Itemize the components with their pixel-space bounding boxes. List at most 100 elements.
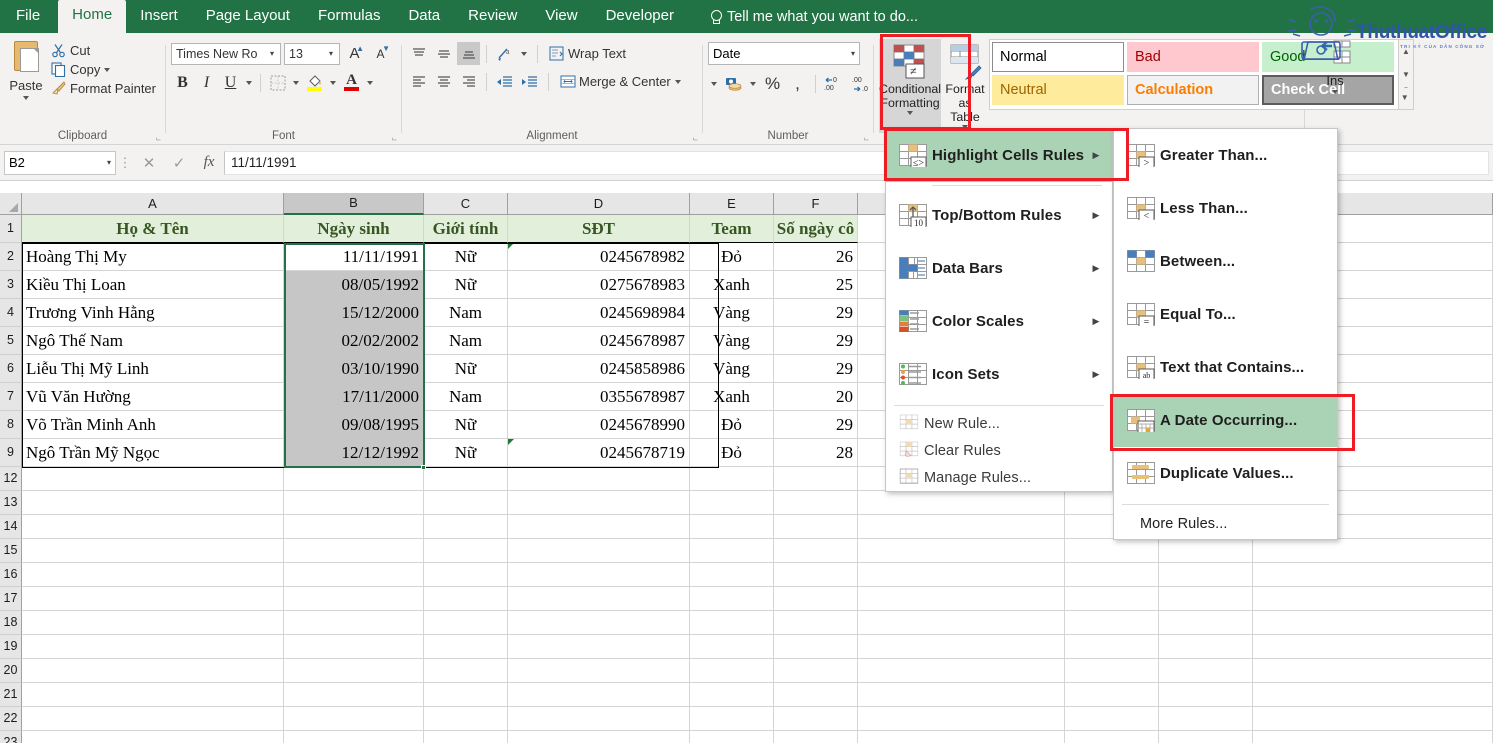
cell-E16[interactable] — [690, 563, 774, 587]
cell-E4[interactable]: Vàng — [690, 299, 774, 327]
cell-L16[interactable] — [1159, 563, 1253, 587]
accounting-dropdown-arrow[interactable] — [747, 72, 759, 95]
cell-F6[interactable]: 29 — [774, 355, 858, 383]
cell-L17[interactable] — [1159, 587, 1253, 611]
cell-B2[interactable]: 11/11/1991 — [284, 243, 424, 271]
tab-file[interactable]: File — [0, 1, 58, 33]
cell-A22[interactable] — [22, 707, 284, 731]
cell-D1[interactable]: SĐT — [508, 215, 690, 243]
comma-style-button[interactable]: , — [786, 72, 809, 95]
alignment-dialog-launcher[interactable] — [689, 134, 698, 143]
row-header-6[interactable]: 6 — [0, 355, 22, 383]
cell-F5[interactable]: 29 — [774, 327, 858, 355]
menu-item-duplicate-values[interactable]: Duplicate Values... — [1114, 447, 1337, 500]
style-normal[interactable]: Normal — [992, 42, 1124, 72]
cell-D5[interactable]: 0245678987 — [508, 327, 690, 355]
fill-color-dropdown-arrow[interactable] — [327, 71, 339, 94]
menu-item-color-scales[interactable]: Color Scales▶ — [886, 295, 1112, 348]
cell-G20[interactable] — [858, 659, 1065, 683]
cell-L23[interactable] — [1159, 731, 1253, 743]
cell-C3[interactable]: Nữ — [424, 271, 508, 299]
cell-C16[interactable] — [424, 563, 508, 587]
tab-home[interactable]: Home — [58, 0, 126, 33]
paste-button[interactable]: Paste — [5, 37, 47, 100]
cell-L22[interactable] — [1159, 707, 1253, 731]
cell-G23[interactable] — [858, 731, 1065, 743]
cell-L19[interactable] — [1159, 635, 1253, 659]
cell-M21[interactable] — [1253, 683, 1493, 707]
italic-button[interactable]: I — [195, 71, 218, 94]
cell-A13[interactable] — [22, 491, 284, 515]
cell-C4[interactable]: Nam — [424, 299, 508, 327]
formula-bar-handle[interactable]: ⋮ — [116, 159, 134, 167]
cell-D20[interactable] — [508, 659, 690, 683]
cell-D12[interactable] — [508, 467, 690, 491]
row-header-7[interactable]: 7 — [0, 383, 22, 411]
format-painter-button[interactable]: Format Painter — [47, 79, 160, 98]
align-top-button[interactable] — [407, 42, 430, 65]
conditional-formatting-button[interactable]: ≠ Conditional Formatting — [879, 39, 941, 133]
number-format-left-arrow[interactable] — [708, 72, 720, 95]
menu-item-greater-than[interactable]: >Greater Than... — [1114, 129, 1337, 182]
align-middle-button[interactable] — [432, 42, 455, 65]
cell-D21[interactable] — [508, 683, 690, 707]
cell-B7[interactable]: 17/11/2000 — [284, 383, 424, 411]
cell-C5[interactable]: Nam — [424, 327, 508, 355]
row-header-14[interactable]: 14 — [0, 515, 22, 539]
cell-F1[interactable]: Số ngày cô — [774, 215, 858, 243]
cell-B6[interactable]: 03/10/1990 — [284, 355, 424, 383]
select-all-corner[interactable] — [0, 193, 22, 215]
menu-item-new-rule[interactable]: New Rule... — [886, 410, 1112, 437]
cell-E6[interactable]: Vàng — [690, 355, 774, 383]
menu-item-between[interactable]: Between... — [1114, 235, 1337, 288]
tab-insert[interactable]: Insert — [126, 1, 192, 33]
cell-A18[interactable] — [22, 611, 284, 635]
cell-F2[interactable]: 26 — [774, 243, 858, 271]
cell-F13[interactable] — [774, 491, 858, 515]
cell-B23[interactable] — [284, 731, 424, 743]
cell-B17[interactable] — [284, 587, 424, 611]
cell-B5[interactable]: 02/02/2002 — [284, 327, 424, 355]
copy-button[interactable]: Copy — [47, 60, 160, 79]
clipboard-dialog-launcher[interactable] — [152, 134, 161, 143]
cell-F9[interactable]: 28 — [774, 439, 858, 467]
insert-cells-dropdown-arrow[interactable] — [1332, 90, 1338, 94]
menu-item-a-date-occurring[interactable]: A Date Occurring... — [1114, 394, 1337, 447]
row-header-9[interactable]: 9 — [0, 439, 22, 467]
conditional-formatting-dropdown-arrow[interactable] — [907, 111, 913, 115]
row-header-17[interactable]: 17 — [0, 587, 22, 611]
underline-dropdown-arrow[interactable] — [243, 71, 255, 94]
tab-review[interactable]: Review — [454, 1, 531, 33]
cell-A6[interactable]: Liễu Thị Mỹ Linh — [22, 355, 284, 383]
cell-C6[interactable]: Nữ — [424, 355, 508, 383]
cell-M22[interactable] — [1253, 707, 1493, 731]
cell-F14[interactable] — [774, 515, 858, 539]
style-calculation[interactable]: Calculation — [1127, 75, 1259, 105]
cell-K20[interactable] — [1065, 659, 1159, 683]
row-header-15[interactable]: 15 — [0, 539, 22, 563]
cell-F18[interactable] — [774, 611, 858, 635]
cell-A15[interactable] — [22, 539, 284, 563]
cell-K21[interactable] — [1065, 683, 1159, 707]
cell-F17[interactable] — [774, 587, 858, 611]
row-header-16[interactable]: 16 — [0, 563, 22, 587]
cell-C9[interactable]: Nữ — [424, 439, 508, 467]
row-header-3[interactable]: 3 — [0, 271, 22, 299]
cell-E21[interactable] — [690, 683, 774, 707]
cut-button[interactable]: Cut — [47, 41, 160, 60]
cell-M20[interactable] — [1253, 659, 1493, 683]
cell-A1[interactable]: Họ & Tên — [22, 215, 284, 243]
cell-K16[interactable] — [1065, 563, 1159, 587]
cell-A5[interactable]: Ngô Thế Nam — [22, 327, 284, 355]
cell-D13[interactable] — [508, 491, 690, 515]
cell-F23[interactable] — [774, 731, 858, 743]
cell-M16[interactable] — [1253, 563, 1493, 587]
cell-C8[interactable]: Nữ — [424, 411, 508, 439]
column-header-E[interactable]: E — [690, 193, 774, 215]
cell-A9[interactable]: Ngô Trần Mỹ Ngọc — [22, 439, 284, 467]
cell-C18[interactable] — [424, 611, 508, 635]
cell-C15[interactable] — [424, 539, 508, 563]
cell-A14[interactable] — [22, 515, 284, 539]
cell-C7[interactable]: Nam — [424, 383, 508, 411]
row-header-23[interactable]: 23 — [0, 731, 22, 743]
